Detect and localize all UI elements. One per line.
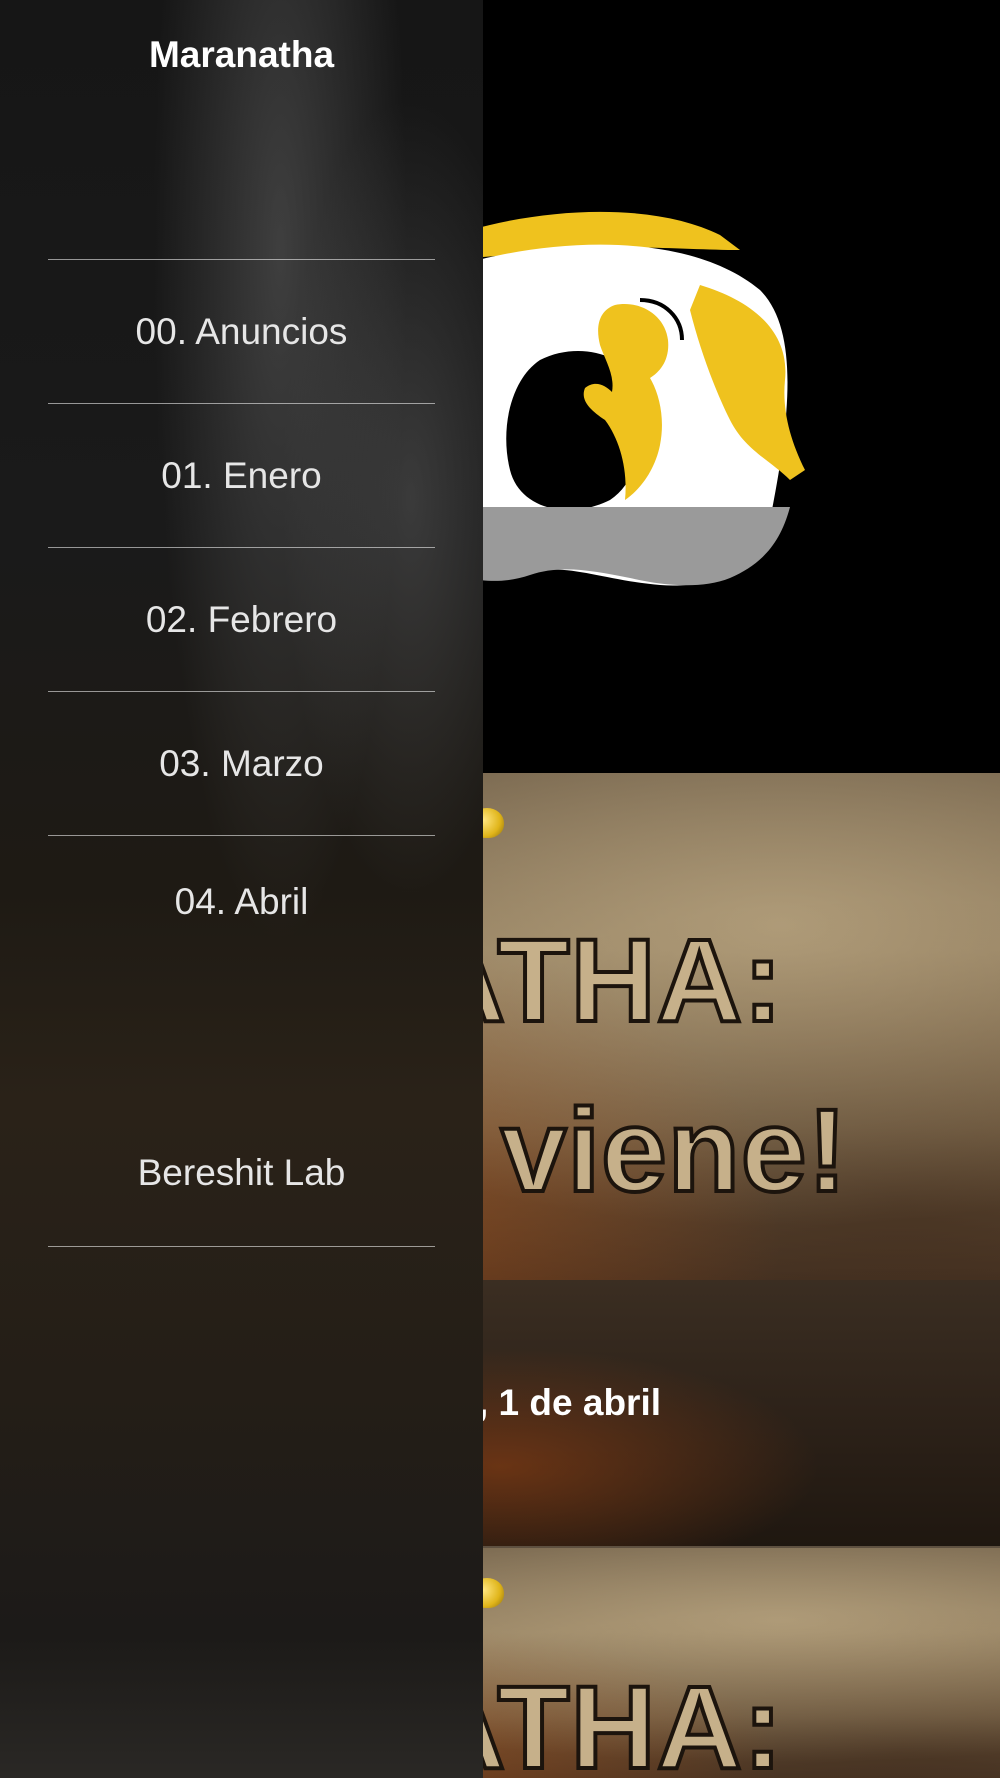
post-date: , 1 de abril (478, 1382, 662, 1423)
menu-item-enero[interactable]: 01. Enero (48, 404, 435, 548)
menu-item-anuncios[interactable]: 00. Anuncios (48, 260, 435, 404)
menu-item-marzo[interactable]: 03. Marzo (48, 692, 435, 836)
poster-line: r viene! (418, 1083, 849, 1219)
menu-item-abril[interactable]: 04. Abril (48, 836, 435, 980)
menu-item-bereshit-lab[interactable]: Bereshit Lab (48, 1100, 435, 1247)
drawer-menu: 00. Anuncios 01. Enero 02. Febrero 03. M… (48, 259, 435, 980)
menu-item-febrero[interactable]: 02. Febrero (48, 548, 435, 692)
navigation-drawer: Maranatha 00. Anuncios 01. Enero 02. Feb… (0, 0, 483, 1778)
drawer-title: Maranatha (148, 34, 335, 75)
